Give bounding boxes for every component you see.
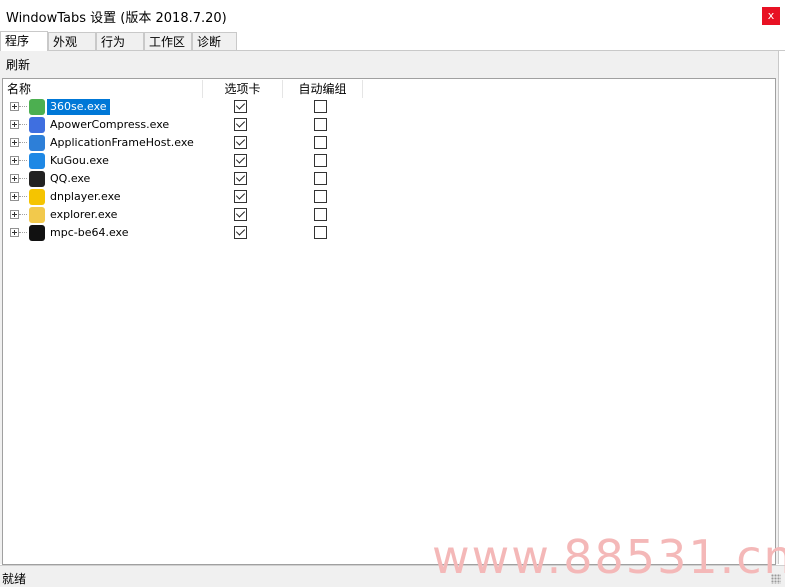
table-row[interactable]: QQ.exe: [3, 170, 773, 188]
kugou-icon: [29, 153, 45, 169]
program-name[interactable]: mpc-be64.exe: [47, 225, 131, 241]
expand-icon[interactable]: [10, 138, 19, 147]
expand-icon[interactable]: [10, 102, 19, 111]
tab-appearance[interactable]: 外观: [48, 32, 96, 50]
tab-strip: 程序 外观 行为 工作区 诊断: [0, 31, 785, 51]
tabs-checkbox[interactable]: [234, 118, 247, 131]
tabs-checkbox[interactable]: [234, 226, 247, 239]
autogroup-checkbox[interactable]: [314, 226, 327, 239]
program-name[interactable]: ApowerCompress.exe: [47, 117, 172, 133]
tree-connector: [19, 160, 27, 161]
autogroup-checkbox[interactable]: [314, 136, 327, 149]
status-text: 就绪: [2, 572, 27, 586]
expand-icon[interactable]: [10, 120, 19, 129]
table-row[interactable]: 360se.exe: [3, 98, 773, 116]
program-list[interactable]: 名称 选项卡 自动编组 360se.exe ApowerCompress.exe A…: [2, 78, 776, 565]
table-row[interactable]: explorer.exe: [3, 206, 773, 224]
refresh-button[interactable]: 刷新: [6, 56, 30, 73]
tab-workspace[interactable]: 工作区: [144, 32, 192, 50]
table-row[interactable]: dnplayer.exe: [3, 188, 773, 206]
window-title: WindowTabs 设置 (版本 2018.7.20): [6, 11, 227, 26]
column-header-autogroup[interactable]: 自动编组: [283, 80, 363, 98]
table-row[interactable]: mpc-be64.exe: [3, 224, 773, 242]
tree-connector: [19, 232, 27, 233]
expand-icon[interactable]: [10, 210, 19, 219]
tabs-checkbox[interactable]: [234, 190, 247, 203]
expand-icon[interactable]: [10, 174, 19, 183]
tree-connector: [19, 106, 27, 107]
autogroup-checkbox[interactable]: [314, 118, 327, 131]
table-row[interactable]: KuGou.exe: [3, 152, 773, 170]
autogroup-checkbox[interactable]: [314, 154, 327, 167]
column-header-name[interactable]: 名称: [7, 80, 203, 98]
tabs-checkbox[interactable]: [234, 136, 247, 149]
tree-connector: [19, 178, 27, 179]
program-name[interactable]: 360se.exe: [47, 99, 110, 115]
program-name[interactable]: ApplicationFrameHost.exe: [47, 135, 197, 151]
tab-programs[interactable]: 程序: [0, 31, 48, 51]
autogroup-checkbox[interactable]: [314, 208, 327, 221]
tree-connector: [19, 196, 27, 197]
autogroup-checkbox[interactable]: [314, 190, 327, 203]
tree-connector: [19, 142, 27, 143]
tabs-checkbox[interactable]: [234, 172, 247, 185]
appframehost-icon: [29, 135, 45, 151]
expand-icon[interactable]: [10, 156, 19, 165]
tab-diagnostics[interactable]: 诊断: [192, 32, 237, 50]
table-row[interactable]: ApplicationFrameHost.exe: [3, 134, 773, 152]
autogroup-checkbox[interactable]: [314, 172, 327, 185]
apowercompress-icon: [29, 117, 45, 133]
360se-icon: [29, 99, 45, 115]
tree-connector: [19, 214, 27, 215]
tabs-checkbox[interactable]: [234, 100, 247, 113]
close-button[interactable]: x: [762, 7, 780, 25]
title-bar: WindowTabs 设置 (版本 2018.7.20) x: [0, 0, 785, 30]
program-name[interactable]: QQ.exe: [47, 171, 93, 187]
autogroup-checkbox[interactable]: [314, 100, 327, 113]
programs-panel: 刷新 名称 选项卡 自动编组 360se.exe ApowerCompress.e…: [0, 51, 779, 565]
program-name[interactable]: dnplayer.exe: [47, 189, 124, 205]
folder-icon: [29, 207, 45, 223]
qq-icon: [29, 171, 45, 187]
expand-icon[interactable]: [10, 228, 19, 237]
column-header-tabs[interactable]: 选项卡: [203, 80, 283, 98]
watermark-text: www.88531.cn: [432, 530, 785, 584]
table-row[interactable]: ApowerCompress.exe: [3, 116, 773, 134]
tabs-checkbox[interactable]: [234, 208, 247, 221]
expand-icon[interactable]: [10, 192, 19, 201]
tree-connector: [19, 124, 27, 125]
dnplayer-icon: [29, 189, 45, 205]
tab-behavior[interactable]: 行为: [96, 32, 144, 50]
program-name[interactable]: KuGou.exe: [47, 153, 112, 169]
tabs-checkbox[interactable]: [234, 154, 247, 167]
clapperboard-icon: [29, 225, 45, 241]
program-name[interactable]: explorer.exe: [47, 207, 120, 223]
